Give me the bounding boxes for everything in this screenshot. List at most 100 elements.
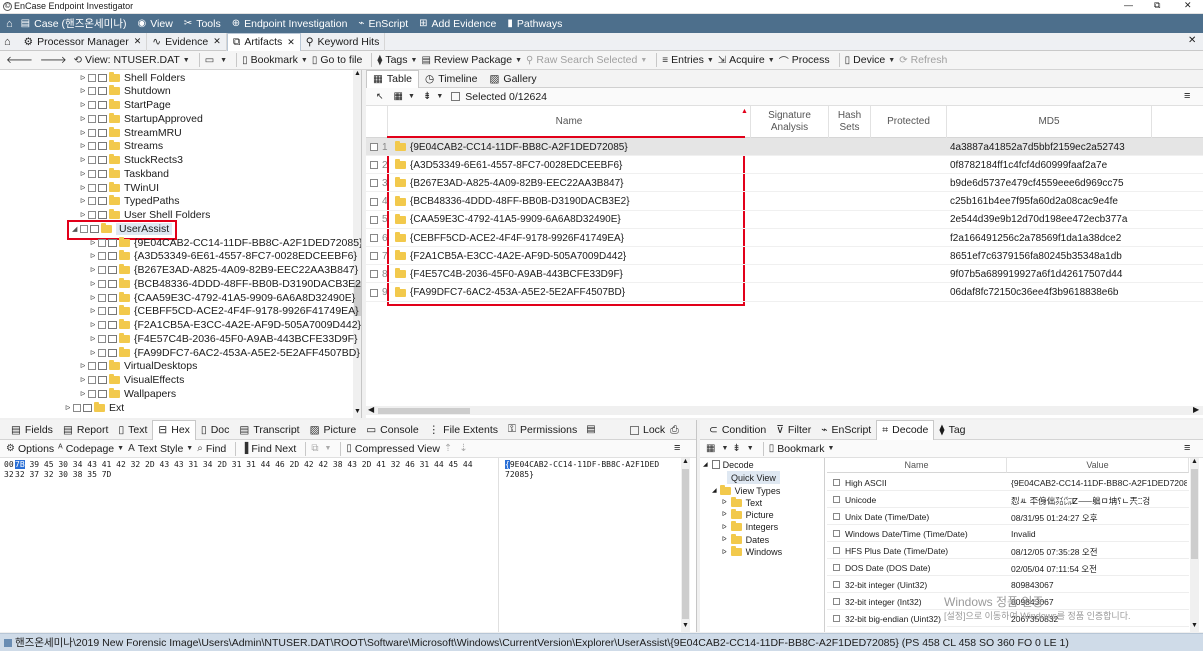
- tags-button[interactable]: ⧫ Tags ▼: [377, 51, 417, 70]
- node-blue-check[interactable]: [98, 156, 107, 164]
- node-blue-check[interactable]: [98, 197, 107, 205]
- menu-enscript[interactable]: ⌁ EnScript: [358, 14, 408, 33]
- column-signature-analysis[interactable]: Signature Analysis: [751, 106, 829, 138]
- tree-node[interactable]: ᐅ StreamMRU: [80, 126, 182, 139]
- find-button[interactable]: ⌕ Find: [197, 439, 226, 458]
- node-blue-check[interactable]: [108, 349, 117, 357]
- viewer-tab-text[interactable]: ▯ Text: [113, 420, 152, 440]
- decode-sort-button[interactable]: ⇟ ▼: [732, 439, 753, 458]
- node-checkbox[interactable]: [88, 362, 96, 370]
- node-checkbox[interactable]: [88, 156, 96, 164]
- decode-row[interactable]: HFS Plus Date (Time/Date) 08/12/05 07:35:…: [827, 542, 1189, 559]
- tree-node[interactable]: ᐅ TWinUI: [80, 181, 159, 194]
- expand-icon[interactable]: ᐅ: [80, 156, 88, 164]
- node-blue-check[interactable]: [98, 115, 107, 123]
- home-icon[interactable]: ⌂: [6, 18, 13, 30]
- node-blue-check[interactable]: [98, 170, 107, 178]
- expand-icon[interactable]: ᐅ: [80, 142, 88, 150]
- expand-icon[interactable]: ᐅ: [90, 294, 98, 302]
- tree-node[interactable]: ᐅ {B267E3AD-A825-4A09-82B9-EEC22AA3B847}: [90, 264, 358, 277]
- hex-text[interactable]: {9E04CAB2-CC14-11DF-BB8C-A2F1DED: [505, 460, 659, 470]
- node-blue-check[interactable]: [98, 74, 107, 82]
- expand-icon[interactable]: ᐅ: [90, 252, 98, 260]
- tree-node[interactable]: ᐅ Shell Folders: [80, 71, 185, 84]
- table-row[interactable]: 3 {B267E3AD-A825-4A09-82B9-EEC22AA3B847} b…: [366, 174, 1203, 192]
- copy-button[interactable]: ⧉ ▼: [311, 439, 331, 458]
- decode-type-picture[interactable]: ᐅ Picture: [722, 508, 774, 521]
- lock-toggle[interactable]: Lock ⎙: [625, 420, 684, 440]
- scroll-up-icon[interactable]: ▲: [1191, 458, 1198, 465]
- scroll-right-icon[interactable]: ▶: [1193, 405, 1199, 414]
- subtab-table[interactable]: ▦ Table: [366, 70, 419, 88]
- tree-node[interactable]: ◢ UserAssist: [80, 222, 172, 235]
- node-blue-check[interactable]: [98, 362, 107, 370]
- scroll-down-icon[interactable]: ▼: [682, 622, 689, 629]
- menu-lines-icon[interactable]: ≡: [674, 442, 680, 454]
- filter-tab-decode[interactable]: ⌗ Decode: [876, 420, 934, 440]
- row-name[interactable]: {FA99DFC7-6AC2-453A-A5E2-5E2AFF4507BD}: [395, 284, 625, 302]
- row-name[interactable]: {F2A1CB5A-E3CC-4A2E-AF9D-505A7009D442}: [395, 247, 626, 265]
- node-blue-check[interactable]: [98, 129, 107, 137]
- expand-icon[interactable]: ᐅ: [80, 390, 88, 398]
- node-checkbox[interactable]: [98, 335, 106, 343]
- tree-node[interactable]: ᐅ VirtualDesktops: [80, 360, 197, 373]
- row-checkbox[interactable]: [370, 156, 378, 174]
- decode-row[interactable]: Windows Date/Time (Time/Date) Invalid: [827, 525, 1189, 542]
- row-name[interactable]: {BCB48336-4DDD-48FF-BB0B-D3190DACB3E2}: [395, 193, 630, 211]
- filter-tab-enscript[interactable]: ⌁ EnScript: [816, 420, 876, 440]
- node-blue-check[interactable]: [83, 404, 92, 412]
- minimize-button[interactable]: —: [1124, 0, 1133, 10]
- process-button[interactable]: ⌒ Process: [779, 51, 830, 70]
- options-button[interactable]: ⚙ Options: [6, 439, 54, 458]
- menu-lines-icon[interactable]: ≡: [1184, 442, 1190, 454]
- node-checkbox[interactable]: [88, 184, 96, 192]
- hex-scrollbar[interactable]: ▲ ▼: [681, 458, 690, 632]
- row-checkbox[interactable]: [370, 247, 378, 265]
- expand-icon[interactable]: ᐅ: [722, 549, 727, 556]
- codepage-button[interactable]: ᴬ Codepage ▼: [58, 439, 124, 458]
- node-checkbox[interactable]: [88, 170, 96, 178]
- view-dropdown[interactable]: ⟲ View: NTUSER.DAT ▼: [74, 51, 190, 70]
- table-row[interactable]: 1 {9E04CAB2-CC14-11DF-BB8C-A2F1DED72085} 4…: [366, 138, 1203, 156]
- chevron-down-icon[interactable]: ▼: [436, 93, 443, 100]
- expand-icon[interactable]: ᐅ: [90, 349, 98, 357]
- lock-checkbox[interactable]: [630, 426, 639, 435]
- decode-bookmark-button[interactable]: ▯ Bookmark ▼: [769, 439, 835, 458]
- hex-text-line-2[interactable]: 72085}: [505, 470, 534, 480]
- chevron-down-icon[interactable]: ▼: [408, 93, 415, 100]
- close-icon[interactable]: ✕: [287, 37, 295, 48]
- tree-node[interactable]: ᐅ StartupApproved: [80, 112, 203, 125]
- decode-column-value[interactable]: Value: [1007, 458, 1189, 473]
- node-blue-check[interactable]: [90, 225, 99, 233]
- expand-icon[interactable]: ᐅ: [80, 129, 88, 137]
- tree-node[interactable]: ᐅ {CAA59E3C-4792-41A5-9909-6A6A8D32490E}: [90, 291, 355, 304]
- node-blue-check[interactable]: [108, 307, 117, 315]
- tree-node[interactable]: ᐅ TypedPaths: [80, 195, 179, 208]
- tree-node[interactable]: ᐅ {A3D53349-6E61-4557-8FC7-0028EDCEEBF6}: [90, 250, 357, 263]
- select-all-checkbox[interactable]: [451, 92, 460, 101]
- document-icon[interactable]: ▤: [586, 424, 595, 435]
- entries-button[interactable]: ≡ Entries ▼: [662, 51, 713, 70]
- tab-processor-manager[interactable]: ⚙ Processor Manager ✕: [19, 33, 148, 51]
- tree-node[interactable]: ᐅ {CEBFF5CD-ACE2-4F4F-9178-9926F41749EA}: [90, 305, 359, 318]
- node-checkbox[interactable]: [98, 349, 106, 357]
- node-blue-check[interactable]: [108, 252, 117, 260]
- row-checkbox[interactable]: [370, 193, 378, 211]
- node-blue-check[interactable]: [98, 101, 107, 109]
- column-protected[interactable]: Protected: [871, 106, 947, 138]
- node-checkbox[interactable]: [98, 239, 106, 247]
- row-name[interactable]: {CAA59E3C-4792-41A5-9909-6A6A8D32490E}: [395, 211, 621, 229]
- decode-row[interactable]: 32-bit integer (Uint32) 809843067: [827, 576, 1189, 593]
- viewer-tab-console[interactable]: ▭ Console: [361, 420, 423, 440]
- layout-button[interactable]: ▭ ▼: [205, 51, 227, 70]
- tree-node[interactable]: ᐅ {FA99DFC7-6AC2-453A-A5E2-5E2AFF4507BD}: [90, 346, 360, 359]
- hex-bytes-line-2[interactable]: 32 37 32 30 38 35 7D: [15, 470, 111, 480]
- tree-node[interactable]: ᐅ {F2A1CB5A-E3CC-4A2E-AF9D-505A7009D442}: [90, 319, 361, 332]
- filter-tab-tag[interactable]: ⧫ Tag: [934, 420, 970, 440]
- expand-icon[interactable]: ᐅ: [90, 266, 98, 274]
- node-blue-check[interactable]: [108, 266, 117, 274]
- sort-icon[interactable]: ⇟: [423, 91, 431, 102]
- maximize-button[interactable]: ⧉: [1154, 0, 1160, 11]
- node-checkbox[interactable]: [98, 321, 106, 329]
- node-checkbox[interactable]: [98, 280, 106, 288]
